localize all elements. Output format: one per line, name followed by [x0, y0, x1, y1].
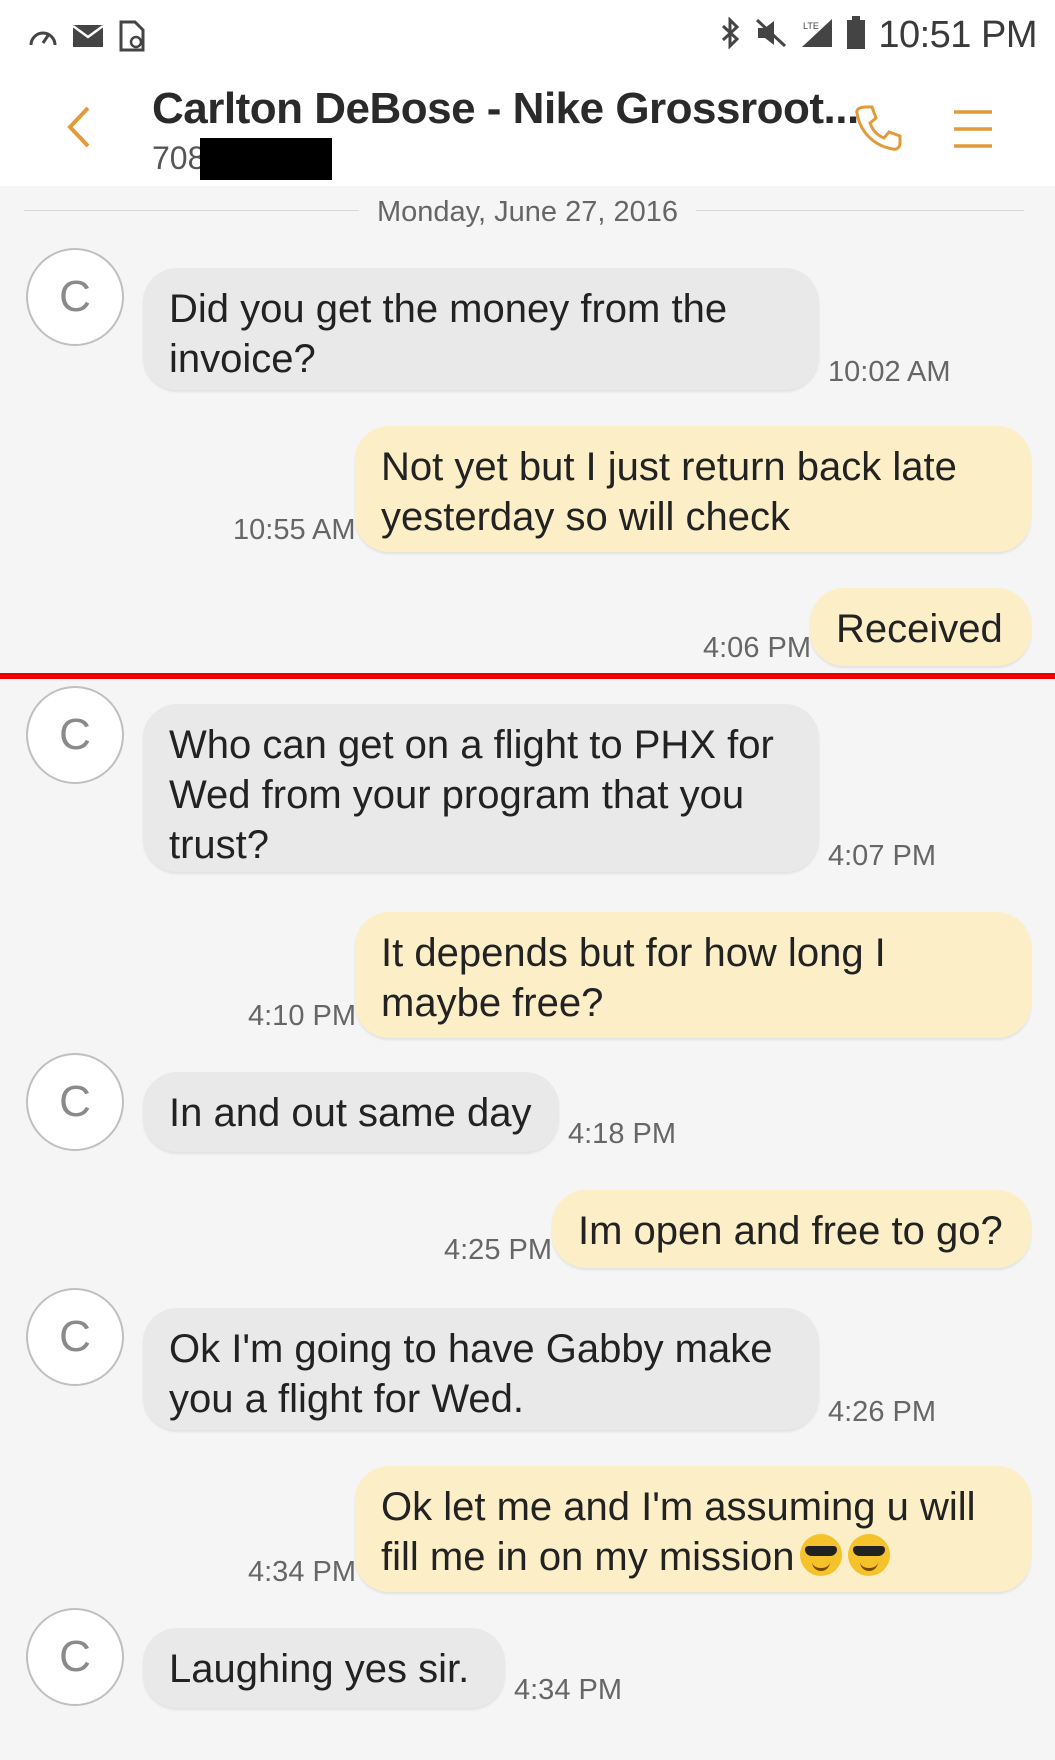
contact-avatar[interactable]: C [26, 248, 124, 346]
message-time: 10:55 AM [233, 514, 356, 546]
sunglasses-emoji-icon [848, 1534, 891, 1576]
message-text: Im open and free to go? [578, 1209, 1003, 1253]
message-time: 4:34 PM [514, 1674, 622, 1706]
message-text: maybe free? [381, 981, 604, 1025]
sunglasses-emoji-icon [800, 1534, 843, 1576]
message-text-line: fill me in on my mission [381, 1532, 1005, 1582]
message-time: 4:06 PM [703, 632, 811, 664]
contact-number: 708 [152, 140, 206, 176]
message-text: It depends but for how long I [381, 931, 886, 975]
message-text: Laughing yes sir. [169, 1647, 470, 1691]
status-bar: LTE 10:51 PM [0, 0, 1055, 72]
battery-icon [846, 16, 866, 55]
message-bubble-outgoing[interactable]: Not yet but I just return back late yest… [355, 426, 1031, 552]
message-text: Not yet but I just return back late [381, 445, 957, 489]
contact-avatar[interactable]: C [26, 686, 124, 784]
message-text: Wed from your program that you [169, 773, 745, 817]
message-text: Ok let me and I'm assuming u will [381, 1485, 976, 1529]
contact-avatar[interactable]: C [26, 1608, 124, 1706]
mute-icon [754, 17, 788, 54]
menu-icon[interactable] [950, 106, 996, 152]
message-text: Received [836, 607, 1003, 651]
message-text: you a flight for Wed. [169, 1377, 524, 1421]
message-bubble-incoming[interactable]: Laughing yes sir. [143, 1628, 505, 1708]
message-text: yesterday so will check [381, 495, 791, 539]
contact-avatar[interactable]: C [26, 1053, 124, 1151]
bluetooth-icon [720, 16, 742, 54]
contact-avatar[interactable]: C [26, 1288, 124, 1386]
message-bubble-outgoing[interactable]: Received [810, 588, 1031, 666]
message-text: Did you get the money from the [169, 287, 728, 331]
message-time: 4:18 PM [568, 1118, 676, 1150]
message-time: 10:02 AM [828, 356, 951, 388]
message-bubble-incoming[interactable]: In and out same day [143, 1072, 559, 1152]
message-text: fill me in on my mission [381, 1535, 795, 1579]
mail-icon [72, 24, 104, 53]
message-bubble-outgoing[interactable]: Im open and free to go? [552, 1190, 1031, 1268]
messaging-screen: LTE 10:51 PM Carlton DeBose - Nike Gross… [0, 0, 1055, 1760]
contact-name: Carlton DeBose - Nike Grossroot... [152, 84, 859, 133]
redaction-box [200, 138, 332, 180]
clock: 10:51 PM [878, 14, 1037, 56]
conversation-header: Carlton DeBose - Nike Grossroot... 708 [0, 72, 1055, 186]
signal-icon: LTE [800, 17, 834, 54]
highlight-line [0, 673, 1055, 679]
network-label: LTE [803, 21, 819, 31]
file-icon [118, 20, 146, 57]
back-arrow-icon[interactable] [58, 102, 98, 152]
message-bubble-outgoing[interactable]: Ok let me and I'm assuming u will fill m… [355, 1466, 1031, 1592]
message-text: Ok I'm going to have Gabby make [169, 1327, 773, 1371]
message-text: trust? [169, 823, 270, 867]
message-time: 4:10 PM [248, 1000, 356, 1032]
phone-icon[interactable] [852, 102, 904, 154]
message-bubble-incoming[interactable]: Ok I'm going to have Gabby make you a fl… [143, 1308, 819, 1430]
date-separator: Monday, June 27, 2016 [0, 196, 1055, 229]
message-bubble-incoming[interactable]: Did you get the money from the invoice? [143, 268, 819, 390]
message-time: 4:25 PM [444, 1234, 552, 1266]
message-bubble-outgoing[interactable]: It depends but for how long I maybe free… [355, 912, 1031, 1038]
message-time: 4:26 PM [828, 1396, 936, 1428]
message-text: Who can get on a flight to PHX for [169, 723, 774, 767]
message-text: invoice? [169, 337, 316, 381]
message-text: In and out same day [169, 1091, 532, 1135]
message-bubble-incoming[interactable]: Who can get on a flight to PHX for Wed f… [143, 704, 819, 872]
message-time: 4:34 PM [248, 1556, 356, 1588]
speedometer-icon [28, 23, 58, 54]
message-time: 4:07 PM [828, 840, 936, 872]
